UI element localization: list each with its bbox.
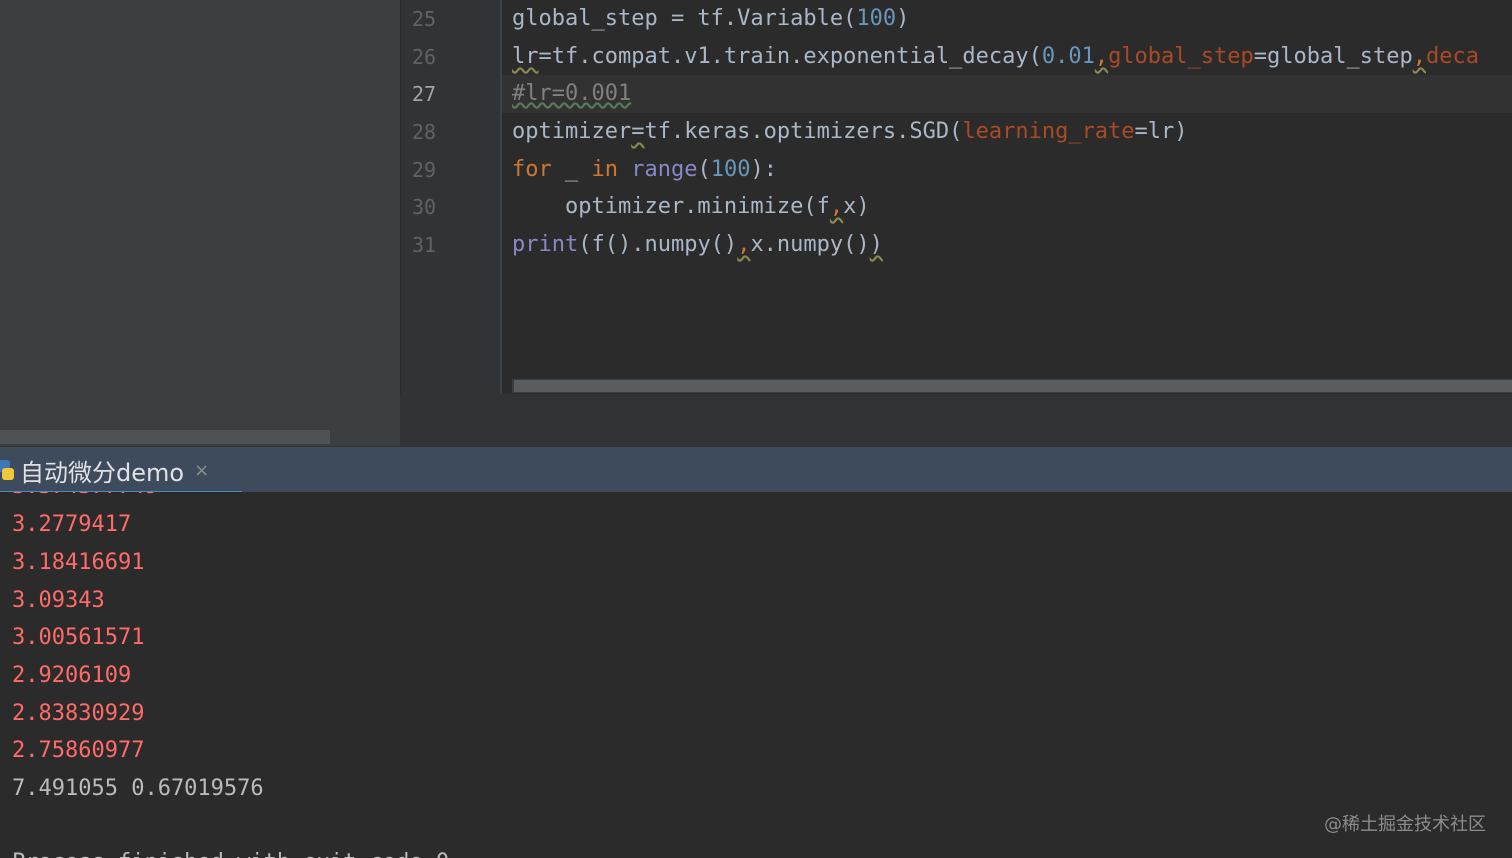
code-token-comment: #lr=0.001 (512, 81, 632, 106)
project-panel-scrollbar[interactable] (0, 430, 330, 444)
console-line: 3.18416691 (12, 550, 145, 575)
code-token-number: 0.01 (1041, 44, 1095, 69)
console-exit-line: Process finished with exit code 0 (12, 844, 449, 858)
code-line-26[interactable]: lr=tf.compat.v1.train.exponential_decay(… (512, 38, 1479, 76)
code-token: , (829, 194, 844, 219)
code-token: =global_step (1253, 44, 1413, 69)
line-number: 28 (412, 120, 437, 144)
console-line: 3.09343 (12, 588, 105, 613)
code-token: x.numpy() (750, 232, 870, 257)
console-line: 2.75860977 (12, 738, 145, 763)
code-token: =lr) (1134, 119, 1188, 144)
current-line-highlight (502, 75, 1512, 113)
console-line: 2.9206109 (12, 663, 132, 688)
code-line-30[interactable]: optimizer.minimize(f,x) (512, 188, 870, 226)
line-number: 26 (412, 45, 437, 69)
run-tab[interactable]: 自动微分demo × (0, 447, 242, 495)
code-token: ( (697, 157, 711, 182)
editor-scrollbar-thumb[interactable] (514, 380, 1512, 392)
run-tool-window-header: 自动微分demo × (0, 446, 1512, 495)
code-token-param: learning_rate (962, 119, 1135, 144)
code-token: x) (843, 194, 870, 219)
code-token: tf.keras.optimizers.SGD( (644, 119, 963, 144)
code-token: , (737, 232, 751, 257)
code-token: = (631, 119, 645, 144)
console-line: 3.2779417 (12, 512, 132, 537)
project-panel[interactable] (0, 0, 400, 446)
code-token: global_step = tf.Variable( (512, 6, 857, 31)
code-token: =tf.compat.v1.train.exponential_decay( (538, 44, 1042, 69)
code-token: (f().numpy() (578, 232, 738, 257)
code-token: , (1094, 44, 1109, 69)
line-number-active: 27 (412, 82, 437, 106)
code-token: optimizer.minimize(f (512, 194, 830, 219)
code-token-keyword: for (512, 157, 552, 182)
line-number: 30 (412, 195, 437, 219)
console-line: 3.00561571 (12, 625, 145, 650)
line-number: 31 (412, 233, 437, 257)
code-token-builtin: range (631, 157, 698, 182)
ide-window: 25 26 27 28 29 30 31 global_step = tf.Va… (0, 0, 1512, 858)
code-token: _ (551, 157, 592, 182)
code-token: optimizer (512, 119, 632, 144)
watermark: @稀土掘金技术社区 (1324, 814, 1486, 835)
run-tab-label: 自动微分demo (20, 458, 185, 487)
console-output[interactable]: 3.374377749 3.2779417 3.18416691 3.09343… (0, 492, 1512, 858)
console-line: 2.83830929 (12, 701, 145, 726)
code-line-28[interactable]: optimizer=tf.keras.optimizers.SGD(learni… (512, 113, 1188, 151)
code-token: , (1412, 44, 1426, 69)
code-token-keyword: in (591, 157, 619, 182)
code-line-27[interactable]: #lr=0.001 (512, 75, 631, 113)
code-line-25[interactable]: global_step = tf.Variable(100) (512, 0, 909, 38)
code-line-31[interactable]: print(f().numpy(),x.numpy()) (512, 226, 883, 264)
console-result-line: 7.491055 0.67019576 (12, 776, 264, 801)
code-token-number: 100 (856, 6, 897, 31)
code-token-number: 100 (710, 157, 751, 182)
python-icon (0, 460, 14, 480)
code-token: ): (750, 157, 777, 182)
code-token: lr (512, 44, 539, 69)
code-token-param: deca (1425, 44, 1479, 69)
line-number: 25 (412, 7, 437, 31)
code-token: ) (869, 232, 883, 257)
editor-footer (400, 394, 1512, 446)
close-icon[interactable]: × (194, 460, 209, 481)
code-token-builtin: print (512, 232, 579, 257)
code-token-param: global_step (1108, 44, 1254, 69)
code-line-29[interactable]: for _ in range(100): (512, 151, 777, 189)
line-number: 29 (412, 158, 437, 182)
code-token: ) (896, 6, 910, 31)
console-line: 3.374377749 (12, 492, 158, 506)
